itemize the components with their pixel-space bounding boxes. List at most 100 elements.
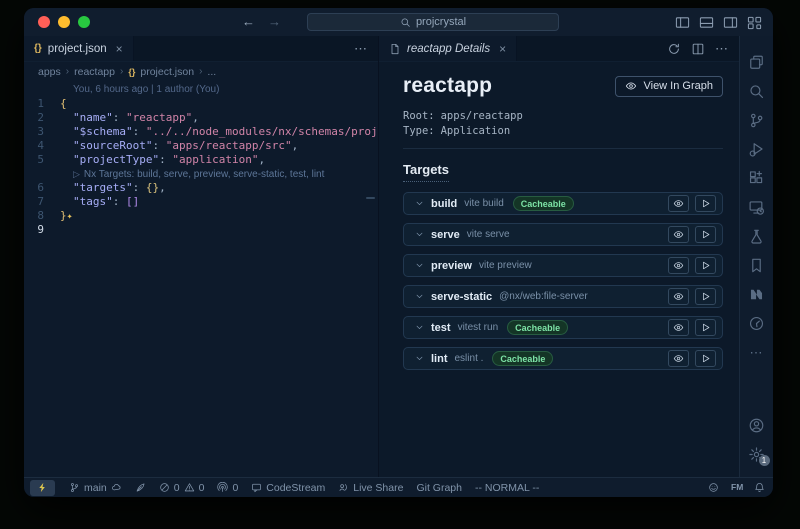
chevron-down-icon[interactable]	[415, 323, 424, 332]
status-formatter[interactable]: FM	[731, 482, 742, 493]
split-editor-icon[interactable]	[691, 42, 705, 56]
target-view-button[interactable]	[668, 288, 689, 305]
refresh-icon[interactable]	[667, 42, 681, 56]
activity-item-account[interactable]	[740, 411, 774, 440]
breadcrumb-separator: ›	[120, 66, 123, 77]
status-git-branch[interactable]: main	[69, 482, 122, 494]
breadcrumb-item-reactapp[interactable]: reactapp	[74, 66, 115, 78]
chevron-down-icon[interactable]	[415, 199, 424, 208]
target-run-button[interactable]	[695, 319, 716, 336]
code-line[interactable]: 2"name": "reactapp",	[24, 111, 378, 125]
cloud-icon	[111, 482, 122, 493]
chevron-down-icon[interactable]	[415, 354, 424, 363]
target-row-preview[interactable]: previewvite preview	[403, 254, 723, 277]
tab-project-json[interactable]: {} project.json ×	[24, 36, 134, 61]
breadcrumb-separator: ›	[199, 66, 202, 77]
code-line[interactable]: 3"$schema": "../../node_modules/nx/schem…	[24, 125, 378, 139]
code-line[interactable]: 6"targets": {},	[24, 181, 378, 195]
line-number: 7	[24, 195, 54, 209]
nx-targets-codelens[interactable]: Nx Targets: build, serve, preview, serve…	[84, 169, 324, 180]
target-row-serve-static[interactable]: serve-static@nx/web:file-server	[403, 285, 723, 308]
target-view-button[interactable]	[668, 226, 689, 243]
chevron-down-icon[interactable]	[415, 292, 424, 301]
target-row-build[interactable]: buildvite buildCacheable	[403, 192, 723, 215]
activity-item-run-debug[interactable]	[740, 135, 774, 164]
target-view-button[interactable]	[668, 195, 689, 212]
activity-item-nx-console[interactable]	[740, 280, 774, 309]
zap-icon	[37, 482, 48, 493]
target-row-lint[interactable]: linteslint .Cacheable	[403, 347, 723, 370]
status-git-graph[interactable]: Git Graph	[416, 482, 462, 494]
back-icon[interactable]: ←	[242, 14, 255, 29]
code-line[interactable]: 1{	[24, 97, 378, 111]
close-window-button[interactable]	[38, 16, 50, 28]
target-row-serve[interactable]: servevite serve	[403, 223, 723, 246]
status-problems-text: 0	[174, 482, 180, 494]
activity-item-extensions[interactable]	[740, 164, 774, 193]
command-center-search[interactable]: projcrystal	[307, 13, 559, 31]
titlebar[interactable]: ← → projcrystal	[24, 8, 773, 36]
code-line[interactable]: 8}✦	[24, 209, 378, 223]
status-notifications[interactable]	[754, 482, 765, 493]
target-run-button[interactable]	[695, 195, 716, 212]
target-run-button[interactable]	[695, 288, 716, 305]
status-feedback[interactable]	[708, 482, 719, 493]
close-tab-icon[interactable]: ×	[116, 42, 123, 56]
status-live-share[interactable]: Live Share	[338, 482, 403, 494]
status-problems[interactable]: 00	[159, 482, 205, 494]
code-line[interactable]: 5"projectType": "application",	[24, 153, 378, 167]
tab-reactapp-details[interactable]: reactapp Details ×	[379, 36, 517, 61]
activity-item-settings[interactable]: 1	[740, 440, 774, 469]
code-line[interactable]: 7"tags": []	[24, 195, 378, 209]
view-in-graph-button[interactable]: View In Graph	[615, 76, 723, 97]
toggle-sidebar-left-icon[interactable]	[675, 15, 690, 30]
target-run-button[interactable]	[695, 350, 716, 367]
activity-item-search[interactable]	[740, 77, 774, 106]
breadcrumb-item-symbol[interactable]: ...	[207, 66, 216, 78]
eye-icon	[673, 353, 684, 364]
target-view-button[interactable]	[668, 350, 689, 367]
branch-icon	[69, 482, 80, 493]
status-codestream[interactable]: CodeStream	[251, 482, 325, 494]
breadcrumb-item-file[interactable]: project.json	[140, 66, 194, 78]
status-remote-indicator[interactable]	[30, 480, 55, 496]
more-actions-icon[interactable]: ⋯	[715, 41, 729, 57]
toggle-sidebar-right-icon[interactable]	[723, 15, 738, 30]
activity-item-more[interactable]: ⋯	[740, 338, 774, 367]
customize-layout-icon[interactable]	[747, 15, 762, 30]
activity-item-testing[interactable]	[740, 222, 774, 251]
line-number	[24, 83, 54, 97]
code-line[interactable]: 9	[24, 223, 378, 237]
target-run-button[interactable]	[695, 257, 716, 274]
forward-icon[interactable]: →	[268, 14, 281, 29]
activity-item-codestream[interactable]	[740, 309, 774, 338]
minimize-window-button[interactable]	[58, 16, 70, 28]
status-gitlens[interactable]	[135, 482, 146, 493]
code-line[interactable]: 4"sourceRoot": "apps/reactapp/src",	[24, 139, 378, 153]
code-area[interactable]: You, 6 hours ago | 1 author (You)1{2"nam…	[24, 81, 378, 477]
target-row-test[interactable]: testvitest runCacheable	[403, 316, 723, 339]
breadcrumb-item-apps[interactable]: apps	[38, 66, 61, 78]
activity-item-bookmarks[interactable]	[740, 251, 774, 280]
target-run-button[interactable]	[695, 226, 716, 243]
status-broadcast[interactable]: 0	[217, 482, 238, 494]
close-tab-icon[interactable]: ×	[499, 42, 506, 56]
warning-triangle-icon	[184, 482, 195, 493]
chevron-down-icon[interactable]	[415, 230, 424, 239]
toggle-panel-bottom-icon[interactable]	[699, 15, 714, 30]
target-view-button[interactable]	[668, 257, 689, 274]
line-number	[24, 167, 54, 181]
editor-group-left: {} project.json × ⋯ apps › reactapp › {}…	[24, 36, 378, 477]
run-lens-icon[interactable]: ▷	[73, 169, 80, 179]
maximize-window-button[interactable]	[78, 16, 90, 28]
status-vim-mode[interactable]: -- NORMAL --	[475, 482, 539, 494]
activity-item-source-control[interactable]	[740, 106, 774, 135]
activity-item-explorer[interactable]	[740, 48, 774, 77]
more-actions-icon[interactable]: ⋯	[354, 41, 368, 57]
editor-sash-handle[interactable]	[366, 197, 375, 199]
line-number: 3	[24, 125, 54, 139]
chevron-down-icon[interactable]	[415, 261, 424, 270]
activity-item-remote-explorer[interactable]	[740, 193, 774, 222]
target-view-button[interactable]	[668, 319, 689, 336]
screenshot-stage: ← → projcrystal {} project.json ×	[0, 0, 800, 529]
